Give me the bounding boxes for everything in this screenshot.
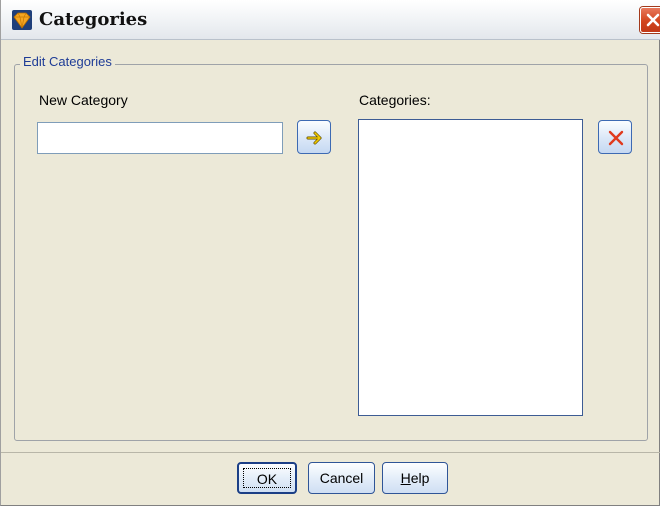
categories-label: Categories: bbox=[359, 92, 431, 108]
ok-label: OK bbox=[243, 468, 291, 488]
group-legend: Edit Categories bbox=[20, 54, 115, 69]
add-category-button[interactable] bbox=[297, 120, 331, 154]
new-category-input[interactable] bbox=[37, 122, 283, 154]
help-label-rest: elp bbox=[410, 470, 430, 486]
help-button[interactable]: Help bbox=[382, 462, 448, 494]
categories-list[interactable] bbox=[358, 119, 583, 416]
footer-divider bbox=[1, 452, 660, 453]
cancel-label: Cancel bbox=[319, 470, 364, 486]
arrow-right-icon bbox=[306, 131, 322, 145]
close-icon bbox=[646, 13, 660, 27]
new-category-label: New Category bbox=[39, 92, 128, 108]
categories-dialog: Categories Edit Categories New Category … bbox=[0, 0, 660, 506]
help-mnemonic: H bbox=[400, 470, 411, 486]
delete-category-button[interactable] bbox=[598, 120, 632, 154]
close-button[interactable] bbox=[640, 7, 660, 33]
diamond-icon bbox=[11, 9, 33, 31]
title-bar[interactable]: Categories bbox=[1, 0, 660, 40]
window-title: Categories bbox=[39, 9, 148, 30]
ok-button[interactable]: OK bbox=[237, 462, 297, 494]
cancel-button[interactable]: Cancel bbox=[308, 462, 375, 494]
delete-x-icon bbox=[608, 130, 624, 146]
